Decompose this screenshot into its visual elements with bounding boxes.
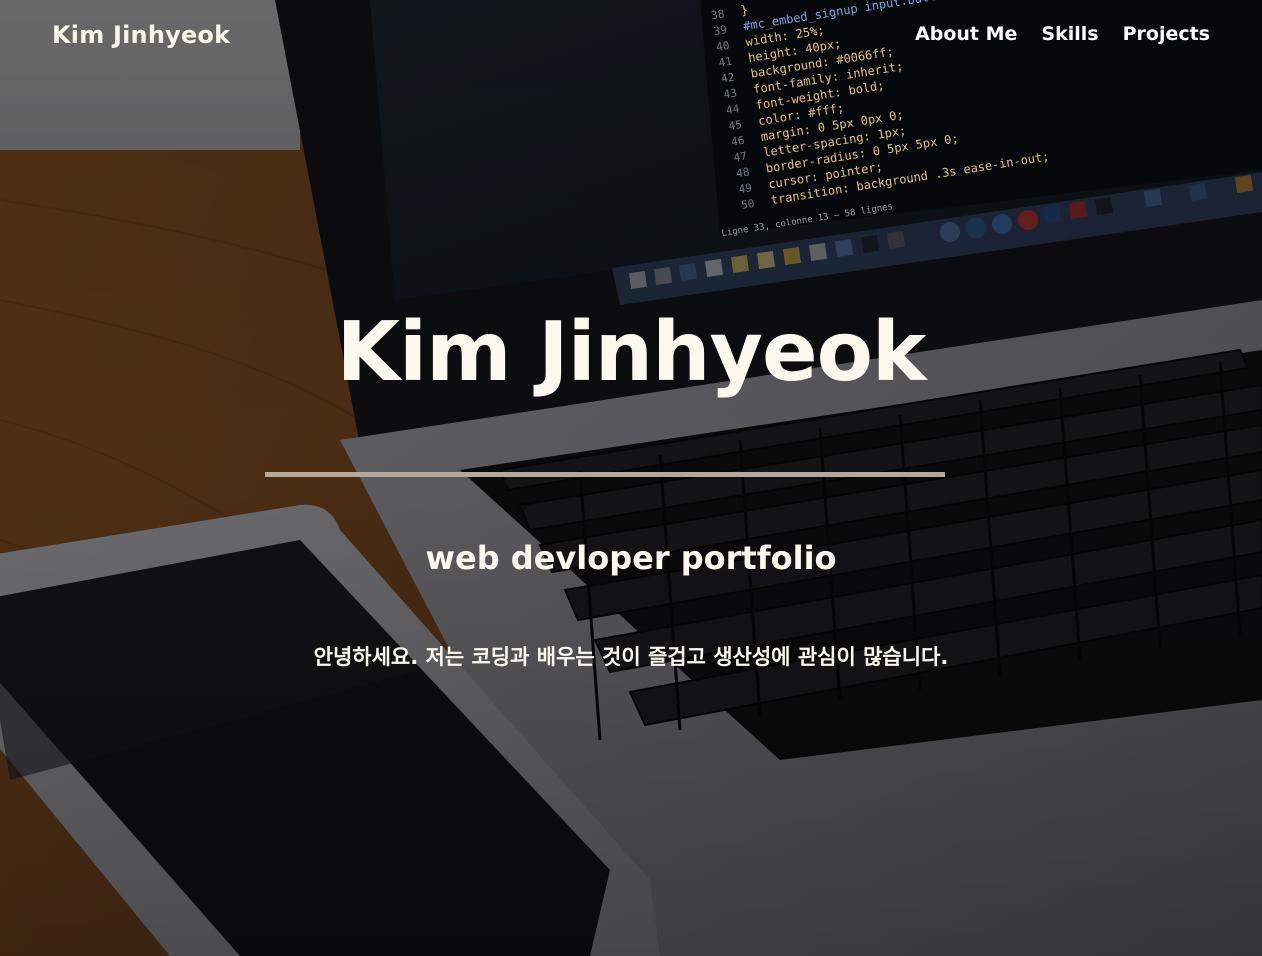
hero-divider [265,472,945,477]
hero-intro-text: 안녕하세요. 저는 코딩과 배우는 것이 즐겁고 생산성에 관심이 많습니다. [313,645,949,669]
hero-subtitle: web devloper portfolio [425,539,837,577]
hero-section: Kim Jinhyeok web devloper portfolio 안녕하세… [0,0,1262,956]
hero-title: Kim Jinhyeok [336,305,927,400]
